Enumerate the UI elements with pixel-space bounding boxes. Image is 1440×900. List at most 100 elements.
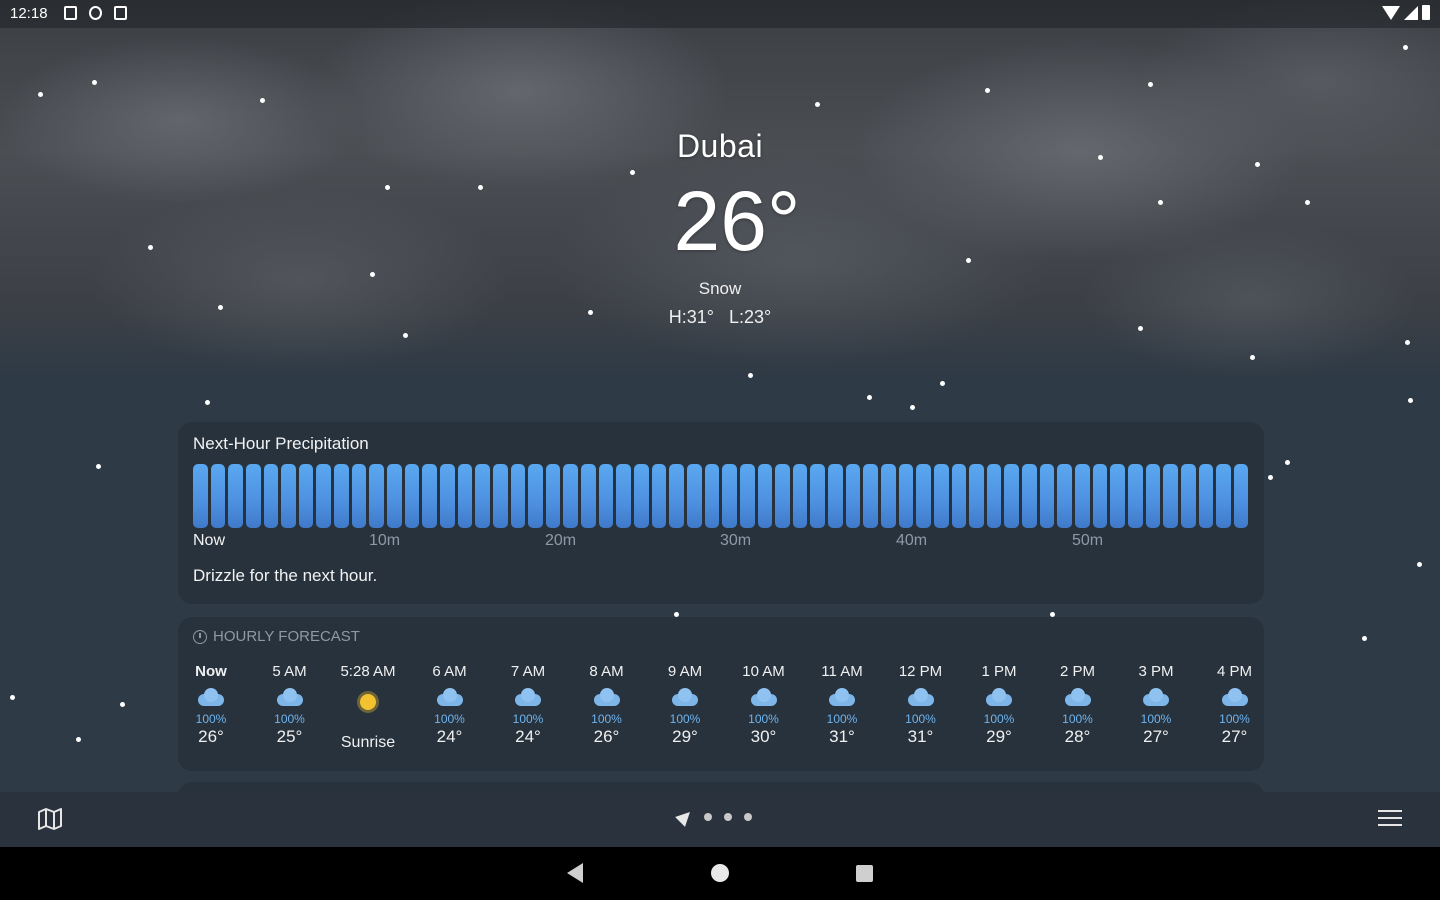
precipitation-bar bbox=[1110, 464, 1125, 528]
notification-icons bbox=[64, 6, 127, 20]
precipitation-bar bbox=[193, 464, 208, 528]
precipitation-bar bbox=[686, 464, 702, 528]
tick-label: Now bbox=[193, 532, 226, 549]
precipitation-probability: 100% bbox=[512, 712, 544, 726]
hourly-item: 5:28 AM Sunrise bbox=[328, 663, 408, 752]
snow-cloud-icon bbox=[435, 688, 465, 708]
page-indicator[interactable] bbox=[675, 807, 752, 827]
precipitation-bar bbox=[1092, 464, 1108, 528]
hourly-item: 1 PM 100% 29° bbox=[959, 663, 1039, 747]
precipitation-bar bbox=[722, 464, 737, 528]
hour-label: 2 PM bbox=[1059, 663, 1095, 680]
back-icon[interactable] bbox=[567, 863, 583, 883]
hour-label: Now bbox=[195, 663, 227, 680]
precipitation-bar bbox=[245, 464, 261, 528]
precipitation-bar bbox=[1127, 464, 1143, 528]
precipitation-bar bbox=[616, 464, 632, 528]
hourly-item: 12 PM 100% 31° bbox=[881, 663, 961, 747]
precipitation-bar bbox=[581, 464, 596, 528]
snow-cloud-icon bbox=[513, 688, 543, 708]
hourly-forecast-title: HOURLY FORECAST bbox=[213, 628, 360, 645]
tick-label: 50m bbox=[1072, 532, 1104, 549]
page-dot[interactable] bbox=[744, 813, 752, 821]
precipitation-bar bbox=[880, 464, 896, 528]
system-indicators bbox=[1382, 5, 1430, 20]
precipitation-probability: 100% bbox=[195, 712, 227, 726]
recents-icon[interactable] bbox=[856, 865, 873, 882]
tick-label: 30m bbox=[720, 532, 752, 549]
hour-temperature: 25° bbox=[276, 727, 303, 746]
hourly-item: 4 PM 100% 27° bbox=[1195, 663, 1265, 747]
precipitation-bar bbox=[528, 464, 543, 528]
precipitation-bar bbox=[916, 464, 931, 528]
precipitation-probability: 100% bbox=[1219, 712, 1250, 726]
precipitation-bar bbox=[387, 464, 402, 528]
page-dot[interactable] bbox=[724, 813, 732, 821]
hourly-item: 11 AM 100% 31° bbox=[802, 663, 882, 747]
precipitation-bar bbox=[492, 464, 508, 528]
precipitation-bar bbox=[263, 464, 279, 528]
hour-temperature: 27° bbox=[1221, 727, 1248, 746]
precipitation-bars bbox=[193, 464, 1249, 528]
hour-temperature: 31° bbox=[907, 727, 934, 746]
hourly-item: 7 AM 100% 24° bbox=[488, 663, 568, 747]
tick-label: 10m bbox=[369, 532, 401, 549]
precipitation-bar bbox=[475, 464, 490, 528]
precipitation-probability: 100% bbox=[669, 712, 701, 726]
precipitation-bar bbox=[739, 464, 755, 528]
precipitation-probability: 100% bbox=[748, 712, 779, 726]
high-low: H:31° L:23° bbox=[0, 307, 1440, 328]
hour-temperature: 29° bbox=[986, 727, 1012, 746]
hourly-item: 10 AM 100% 30° bbox=[724, 663, 804, 747]
precipitation-bar bbox=[316, 464, 332, 528]
snow-cloud-icon bbox=[592, 688, 622, 708]
precipitation-bar bbox=[369, 464, 385, 528]
precipitation-bar bbox=[1004, 464, 1020, 528]
precipitation-bar bbox=[1198, 464, 1214, 528]
precipitation-bar bbox=[1180, 464, 1196, 528]
precipitation-probability: 100% bbox=[905, 712, 936, 726]
hour-label: 4 PM bbox=[1216, 663, 1252, 680]
precipitation-bar bbox=[1075, 464, 1090, 528]
snow-cloud-icon bbox=[1141, 688, 1171, 708]
precipitation-bar bbox=[810, 464, 826, 528]
hour-temperature: 26° bbox=[593, 727, 620, 746]
precipitation-card[interactable]: Next-Hour Precipitation Now 10m 20m 30m … bbox=[178, 422, 1264, 604]
precipitation-bar bbox=[1039, 464, 1055, 528]
snow-cloud-icon bbox=[984, 688, 1014, 708]
hour-label: 5:28 AM bbox=[340, 663, 396, 680]
precipitation-probability: 100% bbox=[434, 712, 465, 726]
precipitation-bar bbox=[757, 464, 773, 528]
precipitation-bar bbox=[969, 464, 984, 528]
map-icon[interactable] bbox=[37, 808, 63, 830]
page-dot[interactable] bbox=[704, 813, 712, 821]
precipitation-bar bbox=[634, 464, 649, 528]
precipitation-bar bbox=[210, 464, 226, 528]
precipitation-bar bbox=[1216, 464, 1231, 528]
hourly-item: 5 AM 100% 25° bbox=[250, 663, 330, 747]
precipitation-title: Next-Hour Precipitation bbox=[193, 434, 369, 453]
hour-label: 12 PM bbox=[898, 663, 943, 680]
hour-label: 9 AM bbox=[667, 663, 703, 680]
sunrise-icon-wrap bbox=[328, 694, 408, 726]
city-name: Dubai bbox=[676, 128, 764, 164]
location-arrow-icon[interactable] bbox=[675, 807, 695, 827]
hourly-forecast-list[interactable]: Now 100% 26° 5 AM 100% 25° 5:28 AM Sunrise 6 AM 1… bbox=[178, 663, 1264, 763]
precipitation-probability: 100% bbox=[591, 712, 622, 726]
list-icon[interactable] bbox=[1378, 810, 1402, 830]
snow-cloud-icon bbox=[1220, 688, 1250, 708]
hourly-forecast-card[interactable]: HOURLY FORECAST Now 100% 26° 5 AM 100% 25° 5:2… bbox=[178, 617, 1264, 771]
system-navigation-bar bbox=[0, 847, 1440, 900]
precipitation-bar bbox=[334, 464, 349, 528]
high-temperature: H:31° bbox=[668, 307, 714, 327]
precipitation-bar bbox=[845, 464, 861, 528]
precipitation-bar bbox=[933, 464, 949, 528]
hourly-forecast-header: HOURLY FORECAST bbox=[193, 628, 360, 645]
precipitation-probability: 100% bbox=[1062, 712, 1093, 726]
precipitation-bar bbox=[828, 464, 843, 528]
hourly-item: 6 AM 100% 24° bbox=[410, 663, 490, 747]
home-icon[interactable] bbox=[711, 864, 729, 882]
hour-temperature: 31° bbox=[829, 727, 855, 746]
precipitation-probability: 100% bbox=[1140, 712, 1172, 726]
current-weather: Dubai 26° Snow H:31° L:23° bbox=[0, 128, 1440, 328]
